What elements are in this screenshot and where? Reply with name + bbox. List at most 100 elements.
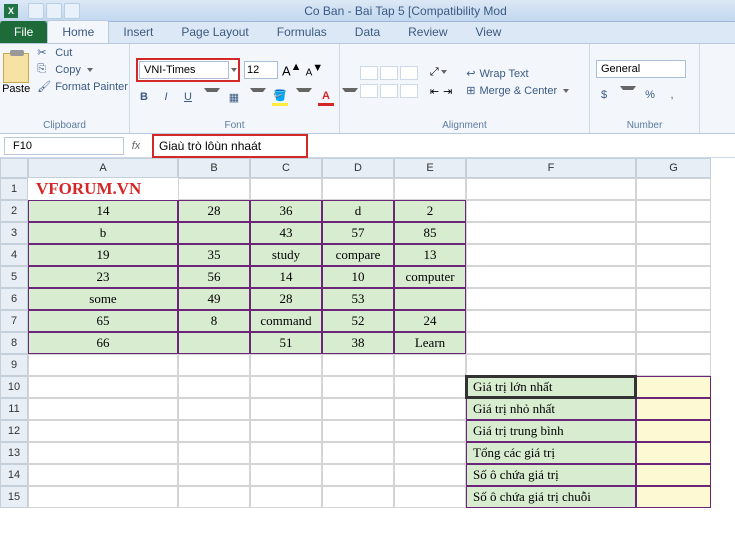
cell[interactable] [466,332,636,354]
redo-icon[interactable] [64,3,80,19]
row-head-5[interactable]: 5 [0,266,28,288]
cell[interactable] [636,266,711,288]
cell[interactable]: b [28,222,178,244]
merge-center-button[interactable]: ⊞Merge & Center [466,84,569,97]
cell[interactable]: 85 [394,222,466,244]
cell[interactable] [250,442,322,464]
comma-button[interactable]: , [664,86,680,104]
row-head-6[interactable]: 6 [0,288,28,310]
cell[interactable] [394,420,466,442]
cell[interactable] [636,288,711,310]
copy-button[interactable]: ⎘Copy [37,63,128,77]
save-icon[interactable] [28,3,44,19]
col-head-G[interactable]: G [636,158,711,178]
cell[interactable] [636,420,711,442]
cell[interactable] [466,310,636,332]
cell[interactable] [322,442,394,464]
border-button[interactable]: ▦ [226,88,242,106]
cell[interactable]: compare [322,244,394,266]
vforum-title[interactable]: VFORUM.VN [28,178,178,200]
label-cell[interactable]: Giá trị lớn nhất [466,376,636,398]
cell[interactable] [250,464,322,486]
row-head-10[interactable]: 10 [0,376,28,398]
column-headers[interactable]: ABCDEFG [28,158,711,178]
col-head-D[interactable]: D [322,158,394,178]
col-head-A[interactable]: A [28,158,178,178]
cell[interactable] [178,442,250,464]
col-head-F[interactable]: F [466,158,636,178]
bold-button[interactable]: B [136,88,152,106]
cell[interactable] [636,442,711,464]
label-cell[interactable]: Số ô chứa giá trị chuỗi [466,486,636,508]
font-color-button[interactable]: A [318,88,334,106]
font-size-input[interactable] [244,61,278,79]
cell[interactable] [394,376,466,398]
cell[interactable] [636,354,711,376]
cell[interactable] [322,420,394,442]
tab-insert[interactable]: Insert [109,21,167,43]
col-head-E[interactable]: E [394,158,466,178]
number-format-select[interactable]: General [596,60,686,78]
cell[interactable] [466,266,636,288]
fill-color-button[interactable]: 🪣 [272,88,288,106]
percent-button[interactable]: % [642,86,658,104]
cell[interactable]: 65 [28,310,178,332]
cell[interactable] [28,442,178,464]
wrap-text-button[interactable]: ↩Wrap Text [466,67,569,80]
cell[interactable] [394,442,466,464]
tab-data[interactable]: Data [341,21,394,43]
tab-home[interactable]: Home [47,20,109,43]
cell[interactable]: 52 [322,310,394,332]
label-cell[interactable]: Giá trị trung bình [466,420,636,442]
italic-button[interactable]: I [158,88,174,106]
cell[interactable]: study [250,244,322,266]
cell[interactable] [178,354,250,376]
cell[interactable]: 36 [250,200,322,222]
cell[interactable]: 57 [322,222,394,244]
cell[interactable] [322,398,394,420]
horizontal-align[interactable] [360,84,418,98]
cell[interactable]: command [250,310,322,332]
undo-icon[interactable] [46,3,62,19]
fx-icon[interactable]: fx [128,140,144,152]
row-head-13[interactable]: 13 [0,442,28,464]
row-head-1[interactable]: 1 [0,178,28,200]
row-head-15[interactable]: 15 [0,486,28,508]
decrease-indent[interactable]: ⇤ [430,85,439,98]
cut-button[interactable]: ✂Cut [37,46,128,60]
cell[interactable] [178,486,250,508]
cell[interactable]: 19 [28,244,178,266]
cell[interactable] [28,420,178,442]
cell[interactable]: 66 [28,332,178,354]
cell[interactable] [394,464,466,486]
row-head-12[interactable]: 12 [0,420,28,442]
cell[interactable] [636,376,711,398]
cell[interactable] [466,354,636,376]
cell[interactable] [250,420,322,442]
cell[interactable] [394,288,466,310]
underline-button[interactable]: U [180,88,196,106]
cell[interactable] [28,398,178,420]
cell[interactable] [466,178,636,200]
cell[interactable] [636,178,711,200]
cell[interactable]: 10 [322,266,394,288]
cell[interactable] [250,398,322,420]
grow-font-icon[interactable]: A▲ [282,61,302,78]
cell-grid[interactable]: VFORUM.VN142836d2b4357851935studycompare… [28,178,711,508]
cell[interactable] [466,222,636,244]
cell[interactable] [636,222,711,244]
cell[interactable]: 51 [250,332,322,354]
row-head-4[interactable]: 4 [0,244,28,266]
cell[interactable]: 23 [28,266,178,288]
cell[interactable] [466,200,636,222]
col-head-B[interactable]: B [178,158,250,178]
select-all-corner[interactable] [0,158,28,178]
cell[interactable] [178,178,250,200]
tab-review[interactable]: Review [394,21,461,43]
cell[interactable] [636,398,711,420]
cell[interactable]: 38 [322,332,394,354]
row-head-11[interactable]: 11 [0,398,28,420]
cell[interactable] [394,398,466,420]
name-box[interactable]: F10 [4,137,124,155]
cell[interactable]: 28 [178,200,250,222]
